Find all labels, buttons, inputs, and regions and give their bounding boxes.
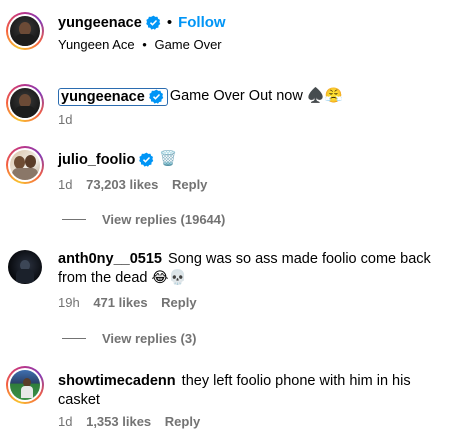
- comment-2-body: anth0ny__0515 Song was so ass made fooli…: [58, 250, 438, 288]
- comment-time: 1d: [58, 414, 73, 429]
- view-replies-label: View replies (19644): [102, 212, 226, 227]
- comment-avatar[interactable]: [6, 366, 44, 404]
- view-replies-line: [62, 219, 86, 220]
- caption-row: yungeenace Game Over Out now ♠️😤: [58, 87, 343, 106]
- comment-likes[interactable]: 1,353 likes: [86, 414, 151, 429]
- comment-likes[interactable]: 471 likes: [93, 295, 147, 310]
- view-replies-button[interactable]: View replies (3): [62, 331, 196, 346]
- comment-1-header: julio_foolio 🗑️: [58, 150, 177, 169]
- verified-icon: [149, 89, 164, 104]
- caption-time: 1d: [58, 112, 73, 127]
- subtitle-separator: •: [142, 37, 147, 52]
- follow-button[interactable]: Follow: [178, 14, 226, 31]
- caption-avatar[interactable]: [6, 84, 44, 122]
- header-title-row: yungeenace • Follow: [58, 14, 226, 31]
- comment-2-meta: 19h 471 likes Reply: [58, 295, 197, 310]
- comment-avatar[interactable]: [6, 248, 44, 286]
- comment-3-body: showtimecadenn they left foolio phone wi…: [58, 372, 428, 410]
- comment-username[interactable]: showtimecadenn: [58, 373, 176, 389]
- comment-text: 🗑️: [159, 151, 178, 167]
- caption-username-box[interactable]: yungeenace: [58, 87, 168, 106]
- header-username[interactable]: yungeenace: [58, 15, 142, 31]
- header-separator: •: [166, 14, 173, 31]
- comment-likes[interactable]: 73,203 likes: [86, 177, 158, 192]
- header-subtitle: Yungeen Ace • Game Over: [58, 37, 222, 52]
- caption-username[interactable]: yungeenace: [61, 89, 145, 105]
- comment-time: 19h: [58, 295, 80, 310]
- view-replies-line: [62, 338, 86, 339]
- comment-username[interactable]: anth0ny__0515: [58, 251, 162, 267]
- comment-avatar[interactable]: [6, 146, 44, 184]
- reply-button[interactable]: Reply: [165, 414, 200, 429]
- view-replies-button[interactable]: View replies (19644): [62, 212, 225, 227]
- comment-3-meta: 1d 1,353 likes Reply: [58, 414, 200, 429]
- caption-text: Game Over Out now ♠️😤: [169, 88, 343, 104]
- verified-icon: [139, 152, 154, 167]
- reply-button[interactable]: Reply: [161, 295, 196, 310]
- comment-username[interactable]: julio_foolio: [58, 152, 135, 168]
- comment-time: 1d: [58, 177, 73, 192]
- header-avatar[interactable]: [6, 12, 44, 50]
- view-replies-label: View replies (3): [102, 331, 197, 346]
- comment-1-meta: 1d 73,203 likes Reply: [58, 177, 207, 192]
- subtitle-artist[interactable]: Yungeen Ace: [58, 37, 135, 52]
- verified-icon: [146, 15, 161, 30]
- reply-button[interactable]: Reply: [172, 177, 207, 192]
- subtitle-song[interactable]: Game Over: [154, 37, 221, 52]
